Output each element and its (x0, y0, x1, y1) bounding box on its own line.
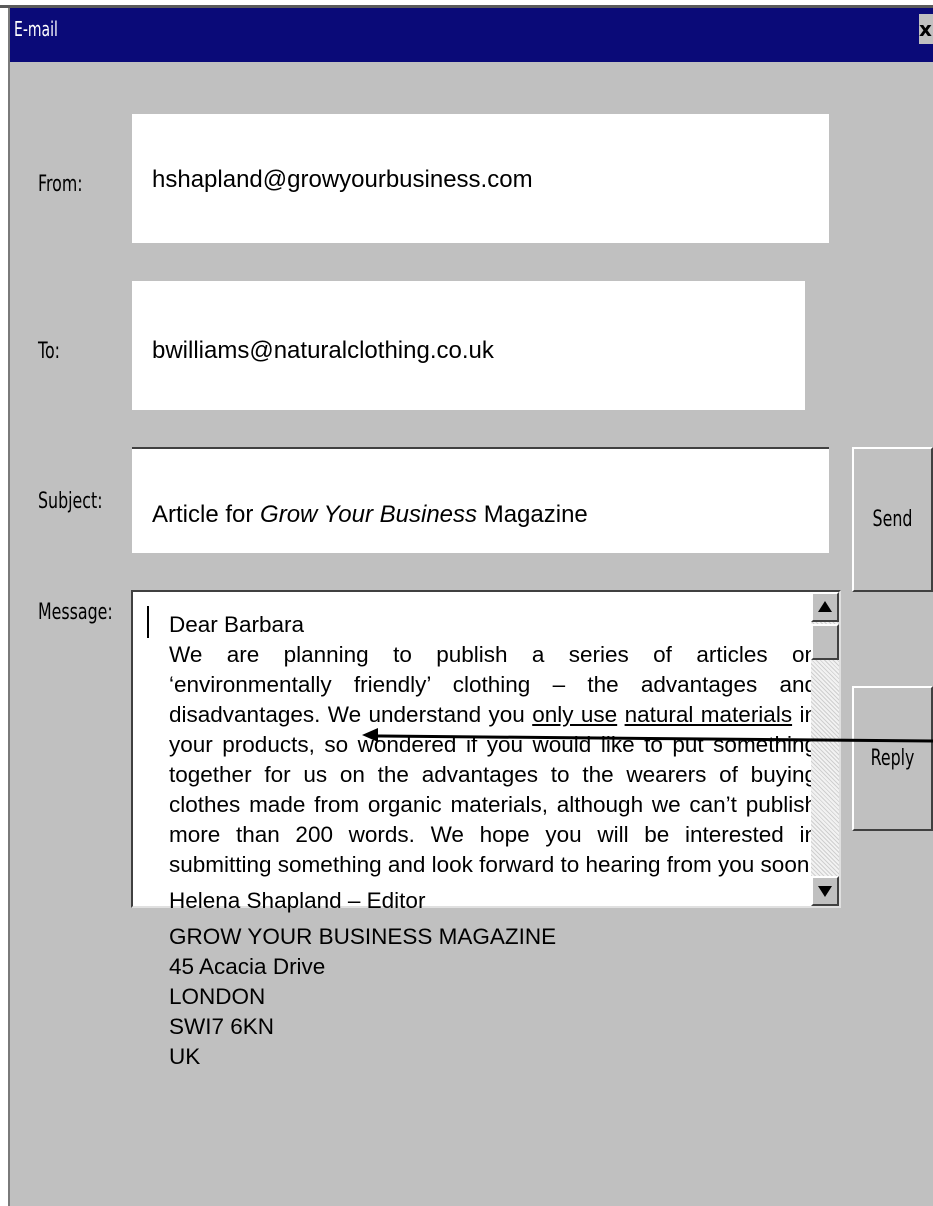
message-label: Message: (38, 600, 113, 625)
subject-magazine-name: Grow Your Business (260, 501, 478, 528)
scroll-up-arrow-icon (818, 601, 832, 612)
subject-suffix: Magazine (477, 501, 588, 528)
reply-button[interactable]: Reply (852, 686, 933, 831)
top-edge (0, 0, 933, 8)
message-text: Dear Barbara We are planning to publish … (169, 610, 817, 1072)
text-cursor (147, 606, 149, 638)
send-button[interactable]: Send (852, 447, 933, 592)
message-body: We are planning to publish a series of a… (169, 640, 817, 880)
message-signature: Helena Shapland – Editor (169, 888, 426, 913)
to-value: bwilliams@naturalclothing.co.uk (152, 337, 494, 364)
from-field[interactable]: hshapland@growyourbusiness.com (132, 114, 829, 243)
highlight-natural-materials: natural materials (624, 702, 793, 727)
address-line: GROW YOUR BUSINESS MAGAZINE (169, 924, 557, 949)
from-value: hshapland@growyourbusiness.com (152, 166, 533, 193)
to-label: To: (38, 339, 61, 364)
scroll-down-button[interactable] (811, 876, 839, 906)
address-line: 45 Acacia Drive (169, 954, 326, 979)
scroll-thumb[interactable] (811, 624, 839, 660)
subject-label: Subject: (38, 489, 103, 514)
close-icon[interactable]: x (919, 14, 933, 44)
title-bar: E-mail x (10, 8, 933, 62)
address-line: UK (169, 1044, 201, 1069)
email-window: E-mail x From: hshapland@growyourbusines… (0, 0, 933, 1206)
address-line: SWI7 6KN (169, 1014, 275, 1039)
message-greeting: Dear Barbara (169, 612, 305, 637)
address-block: GROW YOUR BUSINESS MAGAZINE 45 Acacia Dr… (169, 922, 817, 1072)
scroll-down-arrow-icon (818, 886, 832, 897)
left-edge (0, 8, 8, 1206)
address-line: LONDON (169, 984, 266, 1009)
left-edge-shadow (8, 8, 10, 1206)
send-button-label: Send (872, 507, 913, 532)
from-label: From: (38, 172, 83, 197)
window-title: E-mail (14, 17, 58, 41)
highlight-only-use: only use (532, 702, 618, 727)
subject-prefix: Article for (152, 501, 261, 528)
subject-field[interactable]: Article for Grow Your Business Magazine (132, 447, 829, 553)
to-field[interactable]: bwilliams@naturalclothing.co.uk (132, 281, 805, 410)
subject-value: Article for Grow Your Business Magazine (152, 501, 588, 529)
scroll-up-button[interactable] (811, 592, 839, 622)
annotation-arrow-icon (362, 728, 933, 743)
